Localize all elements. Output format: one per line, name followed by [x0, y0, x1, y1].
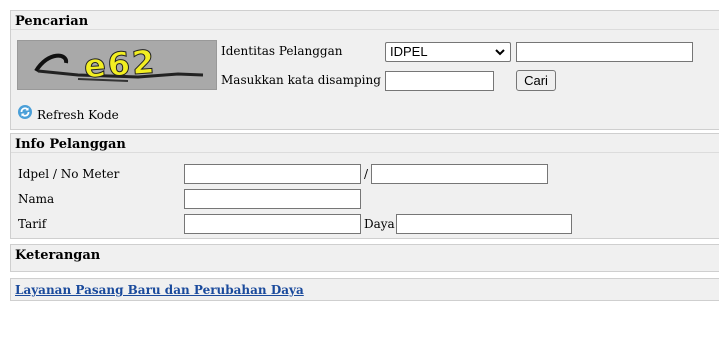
footer-panel: Layanan Pasang Baru dan Perubahan Daya: [10, 278, 719, 301]
name-input[interactable]: [184, 189, 361, 209]
idpel-input[interactable]: [184, 164, 361, 184]
idpel-separator: /: [364, 167, 369, 181]
customer-info-title: Info Pelanggan: [11, 134, 719, 153]
customer-id-label: Identitas Pelanggan: [221, 44, 343, 58]
customer-info-panel: Info Pelanggan Idpel / No Meter / Nama T…: [10, 133, 719, 239]
meter-number-input[interactable]: [371, 164, 548, 184]
captcha-image: e62: [17, 40, 217, 90]
search-panel: Pencarian e62 Identitas Pelanggan IDPEL …: [10, 10, 719, 130]
refresh-icon: [18, 105, 32, 119]
refresh-code-label: Refresh Kode: [37, 108, 119, 122]
tariff-label: Tarif: [18, 217, 47, 231]
notes-title: Keterangan: [15, 248, 101, 263]
search-panel-title: Pencarian: [11, 11, 719, 30]
new-connection-link[interactable]: Layanan Pasang Baru dan Perubahan Daya: [15, 283, 304, 297]
power-label: Daya: [364, 217, 395, 231]
power-input[interactable]: [396, 214, 572, 234]
id-type-selected: IDPEL: [390, 44, 428, 59]
tariff-input[interactable]: [184, 214, 361, 234]
name-label: Nama: [18, 192, 55, 206]
notes-panel: Keterangan: [10, 244, 719, 272]
captcha-label: Masukkan kata disamping: [221, 73, 381, 87]
captcha-input[interactable]: [385, 71, 494, 91]
captcha-text: e62: [82, 42, 158, 86]
chevron-down-icon: [495, 49, 505, 56]
customer-id-input[interactable]: [516, 42, 693, 62]
id-type-select[interactable]: IDPEL: [385, 42, 511, 62]
idpel-label: Idpel / No Meter: [18, 167, 120, 181]
search-button[interactable]: Cari: [516, 70, 556, 91]
